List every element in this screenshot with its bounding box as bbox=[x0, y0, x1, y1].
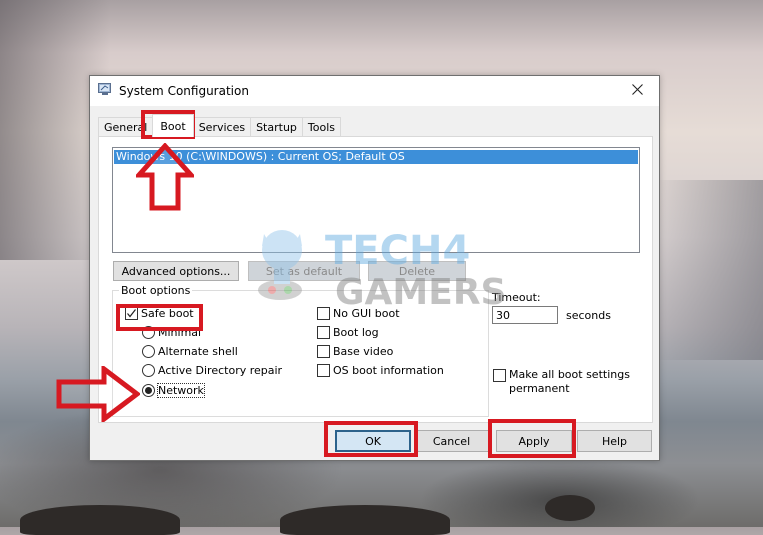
apply-button[interactable]: Apply bbox=[496, 430, 572, 452]
os-boot-information-label: OS boot information bbox=[333, 364, 444, 377]
radio-button bbox=[142, 326, 155, 339]
cancel-label: Cancel bbox=[432, 434, 471, 448]
close-icon bbox=[631, 84, 643, 98]
window-title: System Configuration bbox=[119, 84, 249, 98]
safe-boot-label: Safe boot bbox=[141, 307, 194, 320]
make-permanent-label-line2: permanent bbox=[509, 382, 570, 395]
checkbox-box bbox=[317, 364, 330, 377]
msconfig-icon bbox=[98, 83, 112, 96]
advanced-options-button[interactable]: Advanced options... bbox=[113, 261, 239, 281]
ok-button[interactable]: OK bbox=[335, 430, 411, 452]
make-permanent-label: Make all boot settings permanent bbox=[509, 368, 630, 396]
radio-minimal[interactable]: Minimal bbox=[142, 326, 201, 339]
boot-options-legend: Boot options bbox=[119, 284, 193, 297]
apply-label: Apply bbox=[518, 434, 550, 448]
safe-boot-checkbox[interactable]: Safe boot bbox=[125, 307, 194, 320]
checkbox-box bbox=[317, 345, 330, 358]
help-button[interactable]: Help bbox=[577, 430, 652, 452]
checkbox-box bbox=[317, 307, 330, 320]
boot-options-group: Boot options Safe boot Minimal Alternate… bbox=[112, 284, 489, 417]
cancel-button[interactable]: Cancel bbox=[414, 430, 489, 452]
delete-button[interactable]: Delete bbox=[368, 261, 466, 281]
radio-network-label: Network bbox=[157, 383, 205, 398]
make-permanent-label-line1: Make all boot settings bbox=[509, 368, 630, 381]
background-cloud bbox=[653, 180, 763, 360]
tab-general[interactable]: General bbox=[98, 117, 154, 137]
radio-minimal-label: Minimal bbox=[158, 326, 202, 339]
radio-alternate-shell-label: Alternate shell bbox=[158, 345, 238, 358]
checkbox-box bbox=[125, 307, 138, 320]
background-rock bbox=[545, 495, 595, 521]
checkbox-box bbox=[317, 326, 330, 339]
radio-button-selected bbox=[142, 384, 155, 397]
boot-log-checkbox[interactable]: Boot log bbox=[317, 326, 379, 339]
radio-button bbox=[142, 364, 155, 377]
no-gui-boot-label: No GUI boot bbox=[333, 307, 400, 320]
help-label: Help bbox=[601, 434, 628, 448]
system-configuration-dialog: System Configuration General Boot Servic… bbox=[89, 75, 660, 461]
boot-tab-panel: Windows 10 (C:\WINDOWS) : Current OS; De… bbox=[98, 136, 653, 423]
tab-boot[interactable]: Boot bbox=[152, 114, 194, 137]
radio-network[interactable]: Network bbox=[142, 383, 205, 398]
ok-label: OK bbox=[365, 434, 381, 448]
tab-startup[interactable]: Startup bbox=[250, 117, 303, 137]
radio-active-directory-repair-label: Active Directory repair bbox=[158, 364, 283, 377]
os-boot-information-checkbox[interactable]: OS boot information bbox=[317, 364, 444, 377]
make-permanent-checkbox[interactable]: Make all boot settings permanent bbox=[493, 368, 630, 396]
timeout-label: Timeout: bbox=[492, 291, 541, 304]
set-as-default-label: Set as default bbox=[265, 264, 343, 278]
checkbox-box bbox=[493, 369, 506, 382]
set-as-default-button[interactable]: Set as default bbox=[248, 261, 360, 281]
radio-active-directory-repair[interactable]: Active Directory repair bbox=[142, 364, 282, 377]
title-bar[interactable]: System Configuration bbox=[90, 76, 659, 106]
delete-label: Delete bbox=[398, 264, 436, 278]
boot-log-label: Boot log bbox=[333, 326, 379, 339]
advanced-options-label: Advanced options... bbox=[121, 264, 231, 278]
base-video-checkbox[interactable]: Base video bbox=[317, 345, 393, 358]
os-list-item[interactable]: Windows 10 (C:\WINDOWS) : Current OS; De… bbox=[114, 150, 638, 164]
timeout-input[interactable] bbox=[492, 306, 558, 324]
no-gui-boot-checkbox[interactable]: No GUI boot bbox=[317, 307, 400, 320]
close-button[interactable] bbox=[615, 76, 659, 106]
base-video-label: Base video bbox=[333, 345, 394, 358]
radio-button bbox=[142, 345, 155, 358]
tab-services[interactable]: Services bbox=[192, 117, 252, 137]
timeout-unit-label: seconds bbox=[566, 309, 611, 322]
tab-strip: General Boot Services Startup Tools bbox=[98, 114, 342, 137]
background-rock bbox=[280, 505, 450, 535]
radio-alternate-shell[interactable]: Alternate shell bbox=[142, 345, 238, 358]
background-rock bbox=[20, 505, 180, 535]
tab-tools[interactable]: Tools bbox=[301, 117, 342, 137]
os-list[interactable]: Windows 10 (C:\WINDOWS) : Current OS; De… bbox=[112, 147, 640, 253]
